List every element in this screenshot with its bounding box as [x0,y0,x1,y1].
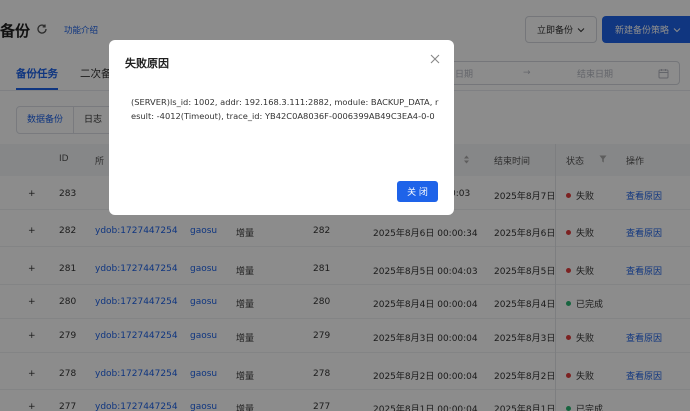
close-button[interactable]: 关 闭 [397,181,438,202]
close-icon[interactable] [430,54,440,64]
failure-reason-dialog: 失败原因 (SERVER)ls_id: 1002, addr: 192.168.… [109,40,454,215]
failure-reason-text: (SERVER)ls_id: 1002, addr: 192.168.3.111… [131,97,439,121]
dialog-title: 失败原因 [125,57,169,70]
